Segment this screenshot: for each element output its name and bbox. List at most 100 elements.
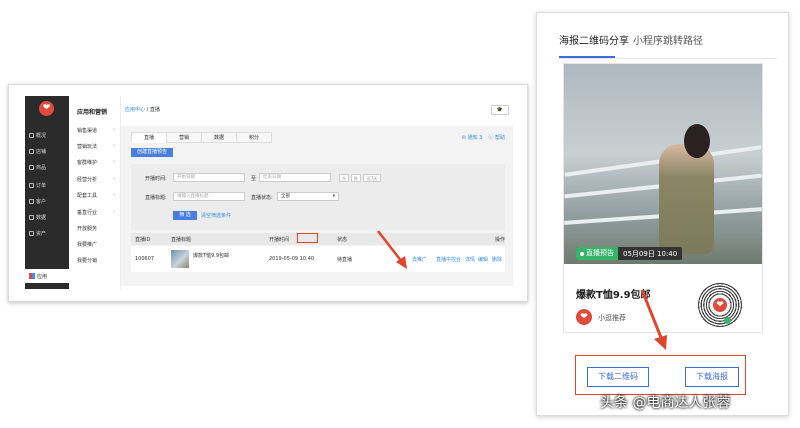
clear-filter-link[interactable]: 清空筛选条件 — [201, 212, 231, 219]
annotation-arrow-download — [640, 289, 667, 350]
subnav-item[interactable]: 营销玩法 › — [77, 143, 117, 150]
row-status: 待直播 — [337, 257, 353, 263]
end-date-input[interactable]: 结束日期 — [259, 173, 331, 182]
tab-poster-qr-share[interactable]: 海报二维码分享 — [559, 32, 629, 47]
arrow-shaft — [377, 230, 403, 263]
status-label: 直播状态: — [251, 195, 273, 201]
annotation-arrow-promote — [377, 230, 407, 269]
title-input[interactable]: 请输入直播标题 — [173, 192, 245, 201]
last-7-days-chip[interactable]: 近7天 — [363, 174, 381, 182]
row-title: 爆款T恤9.9包邮 — [193, 253, 230, 259]
graduation-cap-button[interactable]: 🎓 — [491, 105, 509, 115]
mail-icon: ✉ — [461, 135, 466, 141]
subnav-item[interactable]: 销售渠道 › — [77, 127, 117, 134]
download-poster-button[interactable]: 下载海报 — [685, 367, 739, 387]
help-icon: ⓘ — [488, 135, 494, 141]
breadcrumb: 应用中心 / 直播 — [125, 107, 160, 113]
active-tab-indicator — [559, 56, 615, 58]
table-row: 100607 爆款T恤9.9包邮 2019-05-09 10:40 待直播 去推… — [131, 246, 505, 272]
live-console-link[interactable]: 直播中控台 — [436, 256, 461, 263]
promote-link[interactable]: 去推广 — [412, 256, 427, 263]
breadcrumb-current: 直播 — [149, 107, 160, 113]
chevron-right-icon: › — [113, 143, 115, 149]
start-time-label: 开播时间: — [145, 176, 167, 182]
person-figure — [659, 144, 714, 254]
create-live-preview-button[interactable]: 创建直播预告 — [131, 148, 173, 157]
live-preview-badge: 直播预告 05月09日 10:40 — [576, 247, 683, 260]
share-panel: 海报二维码分享 小程序跳转路径 直播预告 05月09日 10:40 爆款T恤9.… — [536, 12, 789, 416]
sidebar-item-store[interactable]: 店铺 — [29, 146, 67, 157]
tab-live[interactable]: 直播 — [131, 132, 167, 143]
breadcrumb-parent[interactable]: 应用中心 — [125, 107, 145, 113]
person-hair — [684, 124, 710, 158]
sidebar-item-apps[interactable]: 应用 — [25, 269, 69, 283]
tab-miniprogram-path[interactable]: 小程序跳转路径 — [633, 32, 703, 47]
sidebar-item-customers[interactable]: 客户 — [29, 196, 67, 207]
row-id: 100607 — [135, 256, 155, 262]
details-link[interactable]: 详情 — [465, 256, 475, 263]
highlight-box-promote — [297, 233, 318, 243]
chart-icon — [29, 215, 34, 220]
brand-logo: ❤ — [39, 101, 54, 116]
wallet-icon — [29, 231, 34, 236]
start-date-input[interactable]: 开始日期 — [173, 173, 245, 182]
share-tabs: 海报二维码分享 小程序跳转路径 — [559, 27, 777, 59]
today-chip[interactable]: 今 — [339, 174, 349, 182]
tab-points[interactable]: 积分 — [236, 132, 272, 143]
subnav-item[interactable]: 开放服务 — [77, 225, 117, 232]
poster-photo: 直播预告 05月09日 10:40 — [564, 64, 762, 264]
chevron-right-icon: › — [113, 159, 115, 165]
chevron-right-icon: › — [113, 127, 115, 133]
live-panel: 直播 营销 数据 积分 ✉ 通知 3 ⓘ 帮助 创建直播预告 开播时间: 开始日… — [121, 126, 513, 286]
sidebar-item-data[interactable]: 数据 — [29, 212, 67, 223]
sidebar-item-assets[interactable]: 资产 — [29, 228, 67, 239]
sidebar-item-overview[interactable]: 概况 — [29, 130, 67, 141]
tab-marketing[interactable]: 营销 — [166, 132, 202, 143]
admin-screenshot: ❤ 概况 店铺 商品 订单 客户 数据 资产 应用 应用和营销 销售渠道 › 营销… — [8, 84, 528, 302]
subnav-item[interactable]: 配套工具 › — [77, 192, 117, 199]
overview-icon — [29, 133, 34, 138]
notice-link[interactable]: ✉ 通知 3 — [462, 134, 483, 141]
status-select[interactable]: 全部 ▾ — [277, 192, 339, 201]
sidebar-item-orders[interactable]: 订单 — [29, 180, 67, 191]
to-label: 至 — [251, 176, 257, 182]
badge-time: 05月09日 10:40 — [623, 249, 678, 258]
download-qr-button[interactable]: 下载二维码 — [587, 367, 649, 387]
help-link[interactable]: ⓘ 帮助 — [488, 134, 505, 141]
main-content: 应用中心 / 直播 🎓 直播 营销 数据 积分 ✉ 通知 3 ⓘ 帮助 创建直播… — [121, 96, 521, 289]
tag-icon — [29, 165, 34, 170]
main-sidebar: ❤ 概况 店铺 商品 订单 客户 数据 资产 — [25, 96, 69, 289]
filter-box: 开播时间: 开始日期 至 结束日期 今 昨 近7天 直播标题: 请输入直播标题 … — [131, 164, 505, 230]
sub-navigation: 应用和营销 销售渠道 › 营销玩法 › 客群维护 › 经营分析 › 配套工具 › 垂直行业… — [69, 96, 121, 289]
store-icon — [29, 149, 34, 154]
arrow-shaft — [640, 289, 664, 341]
watermark: 头条 @电商达人张蓉 — [600, 395, 731, 411]
table-header: 直播ID 直播标题 开播时间 状态 操作 — [131, 233, 505, 245]
delete-link[interactable]: 删除 — [492, 256, 502, 263]
arrow-head — [654, 335, 667, 350]
chevron-right-icon: › — [113, 176, 115, 182]
tab-links: ✉ 通知 3 ⓘ 帮助 — [462, 134, 505, 141]
live-dot-icon — [580, 251, 584, 256]
subnav-item[interactable]: 垂直行业 › — [77, 209, 117, 216]
apps-icon — [29, 273, 35, 279]
wechat-badge-icon — [724, 317, 731, 324]
caret-down-icon: ▾ — [332, 194, 335, 199]
edit-link[interactable]: 编辑 — [478, 256, 488, 263]
shop-logo: ❤ — [576, 309, 592, 325]
row-time: 2019-05-09 10:40 — [269, 256, 315, 262]
row-thumbnail — [171, 250, 189, 268]
tab-data[interactable]: 数据 — [201, 132, 237, 143]
subnav-item[interactable]: 客群维护 › — [77, 159, 117, 166]
user-icon — [29, 199, 34, 204]
subnav-item[interactable]: 经营分析 › — [77, 176, 117, 183]
tab-bar: 直播 营销 数据 积分 — [131, 132, 272, 143]
sidebar-item-goods[interactable]: 商品 — [29, 162, 67, 173]
subnav-item[interactable]: 我要分销 — [77, 257, 117, 264]
order-icon — [29, 183, 34, 188]
qr-brand-logo: ❤ — [711, 296, 729, 314]
yesterday-chip[interactable]: 昨 — [351, 174, 361, 182]
subnav-item[interactable]: 我要推广 — [77, 241, 117, 248]
filter-button[interactable]: 筛 选 — [173, 211, 197, 220]
chevron-right-icon: › — [113, 209, 115, 215]
